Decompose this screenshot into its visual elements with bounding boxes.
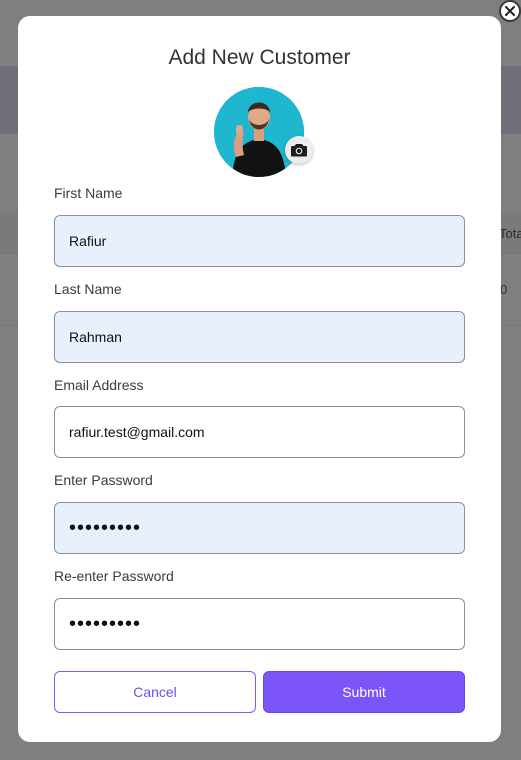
cancel-button[interactable]: Cancel xyxy=(54,671,256,713)
submit-button[interactable]: Submit xyxy=(263,671,465,713)
add-customer-modal: Add New Customer First Name Last xyxy=(18,16,501,742)
last-name-input[interactable] xyxy=(54,311,465,363)
modal-title: Add New Customer xyxy=(168,46,351,69)
close-modal-button[interactable] xyxy=(499,0,521,22)
last-name-label: Last Name xyxy=(54,281,122,297)
background-table-cell: 0 xyxy=(500,282,508,297)
first-name-input[interactable] xyxy=(54,215,465,267)
change-photo-button[interactable] xyxy=(285,136,313,164)
camera-icon xyxy=(291,144,307,157)
email-input[interactable] xyxy=(54,406,465,458)
password-input[interactable] xyxy=(54,502,465,554)
background-column-header: Tota xyxy=(499,226,521,241)
confirm-password-input[interactable] xyxy=(54,598,465,650)
avatar[interactable] xyxy=(214,87,304,177)
confirm-password-label: Re-enter Password xyxy=(54,568,174,584)
avatar-image xyxy=(214,87,304,177)
email-label: Email Address xyxy=(54,377,144,393)
close-icon xyxy=(505,6,515,16)
first-name-label: First Name xyxy=(54,185,123,201)
password-label: Enter Password xyxy=(54,472,153,488)
